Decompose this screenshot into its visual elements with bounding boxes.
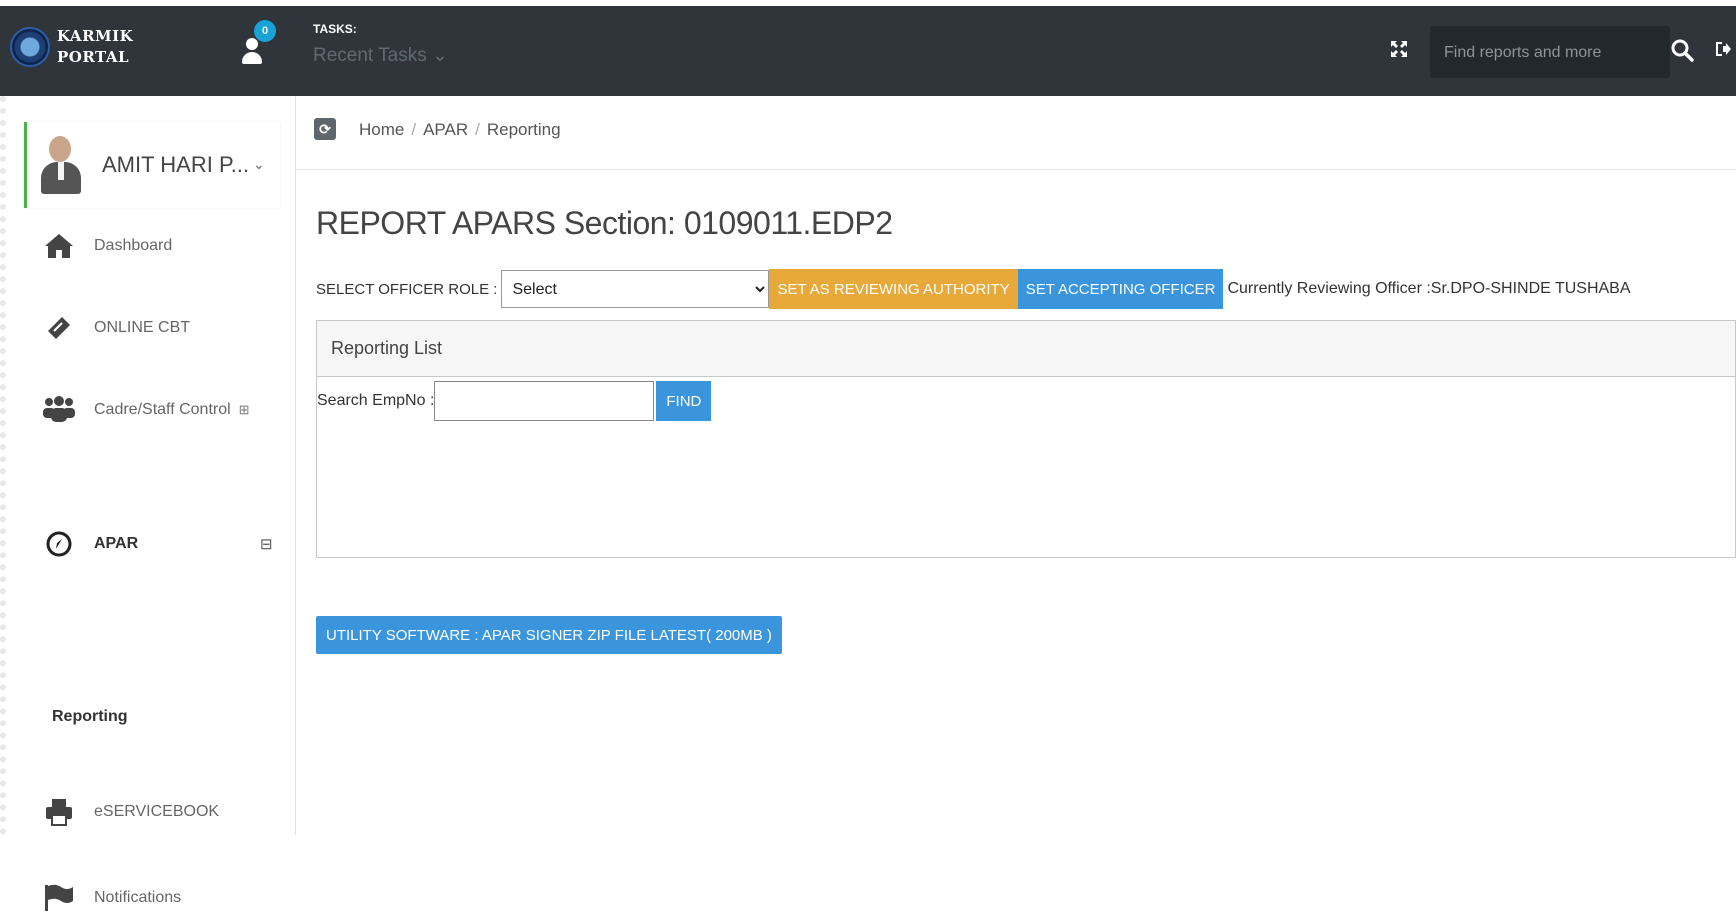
user-count-badge: 0 [254,20,276,42]
sidebar-item-dashboard[interactable]: Dashboard [42,226,282,266]
brand-name: KARMIK PORTAL [57,26,133,68]
officer-role-select[interactable]: Select [501,270,770,308]
brand-logo-link[interactable]: KARMIK PORTAL [10,12,150,82]
sidebar-item-label: Cadre/Staff Control [94,401,231,418]
sidebar-item-label: Dashboard [94,237,173,254]
sidebar-item-label: Notifications [94,889,182,906]
search-empno-label: Search EmpNo : [317,392,435,409]
breadcrumb: Home / APAR / Reporting [359,120,561,140]
sidebar-item-cadre-staff-control[interactable]: Cadre/Staff Control ⊞ [42,390,282,430]
profile-name: AMIT HARI P... [102,152,250,177]
search-icon[interactable] [1670,38,1696,64]
find-button[interactable]: FIND [656,381,712,421]
top-navbar: KARMIK PORTAL 0 TASKS: Recent Tasks ⌄ [0,0,1736,96]
empno-search-input[interactable] [434,381,655,421]
sidebar-item-notifications[interactable]: Notifications [42,878,282,918]
breadcrumb-apar[interactable]: APAR [423,120,468,139]
brand-line-2: PORTAL [57,48,130,66]
sidebar-item-label: eSERVICEBOOK [94,803,220,820]
emblem-logo [10,27,50,67]
expand-icon[interactable]: ⊞ [239,402,250,418]
breadcrumb-current: Reporting [486,120,561,139]
set-reviewing-authority-button[interactable]: SET AS REVIEWING AUTHORITY [769,269,1018,309]
breadcrumb-separator: / [475,120,480,139]
refresh-icon[interactable]: ⟳ [314,118,336,140]
ticket-icon [42,311,76,345]
profile-menu[interactable]: AMIT HARI P... ⌄ [24,122,280,208]
avatar [39,134,83,196]
sidebar-item-apar[interactable]: APAR ⊟ [42,524,282,564]
sidebar-item-label: APAR [94,535,139,552]
tasks-menu: TASKS: Recent Tasks ⌄ [313,22,448,67]
brand-line-1: KARMIK [57,27,134,45]
global-search [1430,26,1670,78]
collapse-icon[interactable]: ⊟ [260,535,273,553]
breadcrumb-separator: / [411,120,417,139]
search-input[interactable] [1444,38,1624,68]
reporting-list-panel: Reporting List Search EmpNo : FIND [316,320,1736,558]
sidebar-item-online-cbt[interactable]: ONLINE CBT [42,308,282,348]
recent-tasks-dropdown[interactable]: Recent Tasks ⌄ [313,44,448,67]
home-icon [42,229,76,263]
flag-icon [42,881,76,915]
panel-title: Reporting List [317,321,1735,377]
fullscreen-icon[interactable] [1390,40,1408,58]
users-icon [42,393,76,427]
role-label: SELECT OFFICER ROLE : [316,280,498,298]
page-title: REPORT APARS Section: 0109011.EDP2 [316,205,893,241]
utility-software-download-button[interactable]: UTILITY SOFTWARE : APAR SIGNER ZIP FILE … [316,616,782,654]
breadcrumb-bar: ⟳ Home / APAR / Reporting [297,96,1736,170]
sidebar-subitem-reporting[interactable]: Reporting [52,708,128,726]
emp-search-row: Search EmpNo : FIND [317,381,712,421]
breadcrumb-home[interactable]: Home [359,120,404,139]
current-reviewing-officer: Currently Reviewing Officer :Sr.DPO-SHIN… [1227,280,1631,297]
sidebar-item-eservicebook[interactable]: eSERVICEBOOK [42,792,282,832]
user-icon [242,38,262,66]
officer-role-row: SELECT OFFICER ROLE : Select SET AS REVI… [316,268,1631,310]
tasks-label: TASKS: [313,22,357,36]
chevron-down-icon: ⌄ [253,156,265,172]
user-notifications-button[interactable]: 0 [240,18,280,68]
printer-icon [42,795,76,829]
logout-icon[interactable] [1714,40,1732,58]
set-accepting-officer-button[interactable]: SET ACCEPTING OFFICER [1017,269,1224,309]
sidebar: AMIT HARI P... ⌄ Dashboard ONLINE CBT Ca… [0,96,296,911]
sidebar-item-label: ONLINE CBT [94,319,191,336]
compass-icon [42,527,76,561]
